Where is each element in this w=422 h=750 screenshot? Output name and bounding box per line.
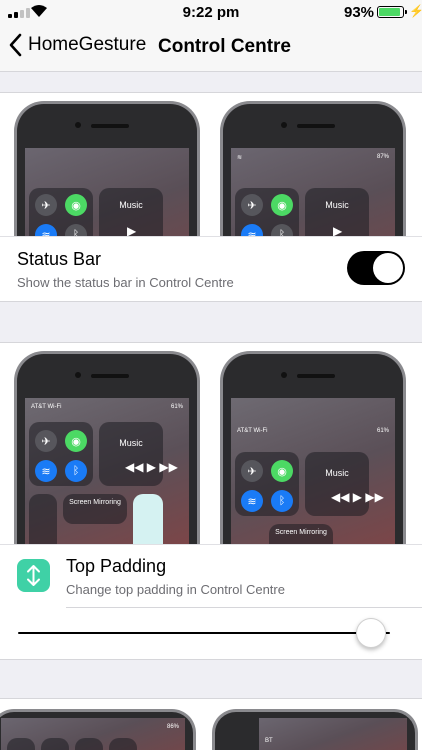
preview-phone: AT&T Wi-Fi 61% ✈ ◉ ≋ ᛒ Music ◀◀ ▶ ▶▶ Scre… <box>220 351 406 544</box>
cellular-icon: ◉ <box>271 194 293 216</box>
music-label: Music <box>325 200 349 210</box>
airplane-icon: ✈ <box>35 194 57 216</box>
play-icon: ◀◀ ▶ ▶▶ <box>125 460 178 474</box>
preview-carrier: AT&T Wi-Fi <box>237 428 268 434</box>
cellular-icon: ◉ <box>65 194 87 216</box>
navigation-bar: HomeGesture Control Centre <box>0 24 422 72</box>
screen-mirroring-label: Screen Mirroring <box>275 529 327 536</box>
status-bar: 9:22 pm 93% ⚡ <box>0 0 422 24</box>
music-label: Music <box>119 200 143 210</box>
preview-carrier: AT&T Wi-Fi <box>31 404 62 410</box>
top-padding-title: Top Padding <box>66 556 167 576</box>
preview-battery-text: 61% <box>376 428 389 434</box>
cellular-icon: ◉ <box>65 430 87 452</box>
airplane-icon: ✈ <box>35 430 57 452</box>
preview-battery-text: 87% <box>376 154 389 160</box>
back-button[interactable]: HomeGesture <box>8 33 146 57</box>
airplane-icon: ✈ <box>241 460 263 482</box>
top-padding-subtitle: Change top padding in Control Centre <box>66 582 285 597</box>
page-title: Control Centre <box>158 36 291 57</box>
airplane-icon: ✈ <box>241 194 263 216</box>
next-section: 86% BT <box>0 698 422 750</box>
bluetooth-icon: ᛒ <box>65 460 87 482</box>
preview-phone: ✈ ◉ ≋ ᛒ Music ▶ <box>14 101 200 237</box>
preview-phone: AT&T Wi-Fi 61% ✈ ◉ ≋ ᛒ Music ◀◀ ▶ ▶▶ Scre… <box>14 351 200 544</box>
play-icon: ◀◀ ▶ ▶▶ <box>331 490 384 504</box>
preview-phone: ≋ 87% ✈ ◉ ≋ ᛒ Music ▶ <box>220 101 406 237</box>
status-bar-title: Status Bar <box>17 249 102 269</box>
screen-mirroring-label: Screen Mirroring <box>69 499 121 506</box>
chevron-left-icon <box>9 33 22 57</box>
cellular-icon: ◉ <box>271 460 293 482</box>
wifi-icon: ≋ <box>237 155 243 161</box>
vertical-arrows-icon <box>17 559 50 592</box>
preview-carrier: BT <box>265 738 273 744</box>
status-bar-toggle[interactable] <box>347 251 405 285</box>
toggle-knob <box>373 253 403 283</box>
charging-bolt-icon: ⚡ <box>409 4 422 18</box>
music-label: Music <box>119 438 143 448</box>
preview-phone: BT <box>212 709 418 750</box>
status-bar-subtitle: Show the status bar in Control Centre <box>17 275 234 290</box>
status-bar-previews: ✈ ◉ ≋ ᛒ Music ▶ ≋ 87% ✈ ◉ ≋ ᛒ Music ▶ <box>0 93 422 237</box>
battery-icon <box>377 6 407 18</box>
top-padding-section: AT&T Wi-Fi 61% ✈ ◉ ≋ ᛒ Music ◀◀ ▶ ▶▶ Scre… <box>0 342 422 660</box>
top-padding-previews: AT&T Wi-Fi 61% ✈ ◉ ≋ ᛒ Music ◀◀ ▶ ▶▶ Scre… <box>0 343 422 545</box>
wifi-toggle-icon: ≋ <box>35 460 57 482</box>
preview-battery-text: 86% <box>166 724 179 730</box>
music-label: Music <box>325 468 349 478</box>
preview-battery-text: 61% <box>170 404 183 410</box>
play-icon: ▶ <box>333 224 343 237</box>
back-label: HomeGesture <box>28 34 147 55</box>
play-icon: ▶ <box>127 224 137 237</box>
bluetooth-icon: ᛒ <box>271 490 293 512</box>
top-padding-slider[interactable] <box>18 632 390 634</box>
battery-percent: 93% <box>344 4 375 21</box>
wifi-toggle-icon: ≋ <box>241 490 263 512</box>
preview-phone: 86% <box>0 709 196 750</box>
